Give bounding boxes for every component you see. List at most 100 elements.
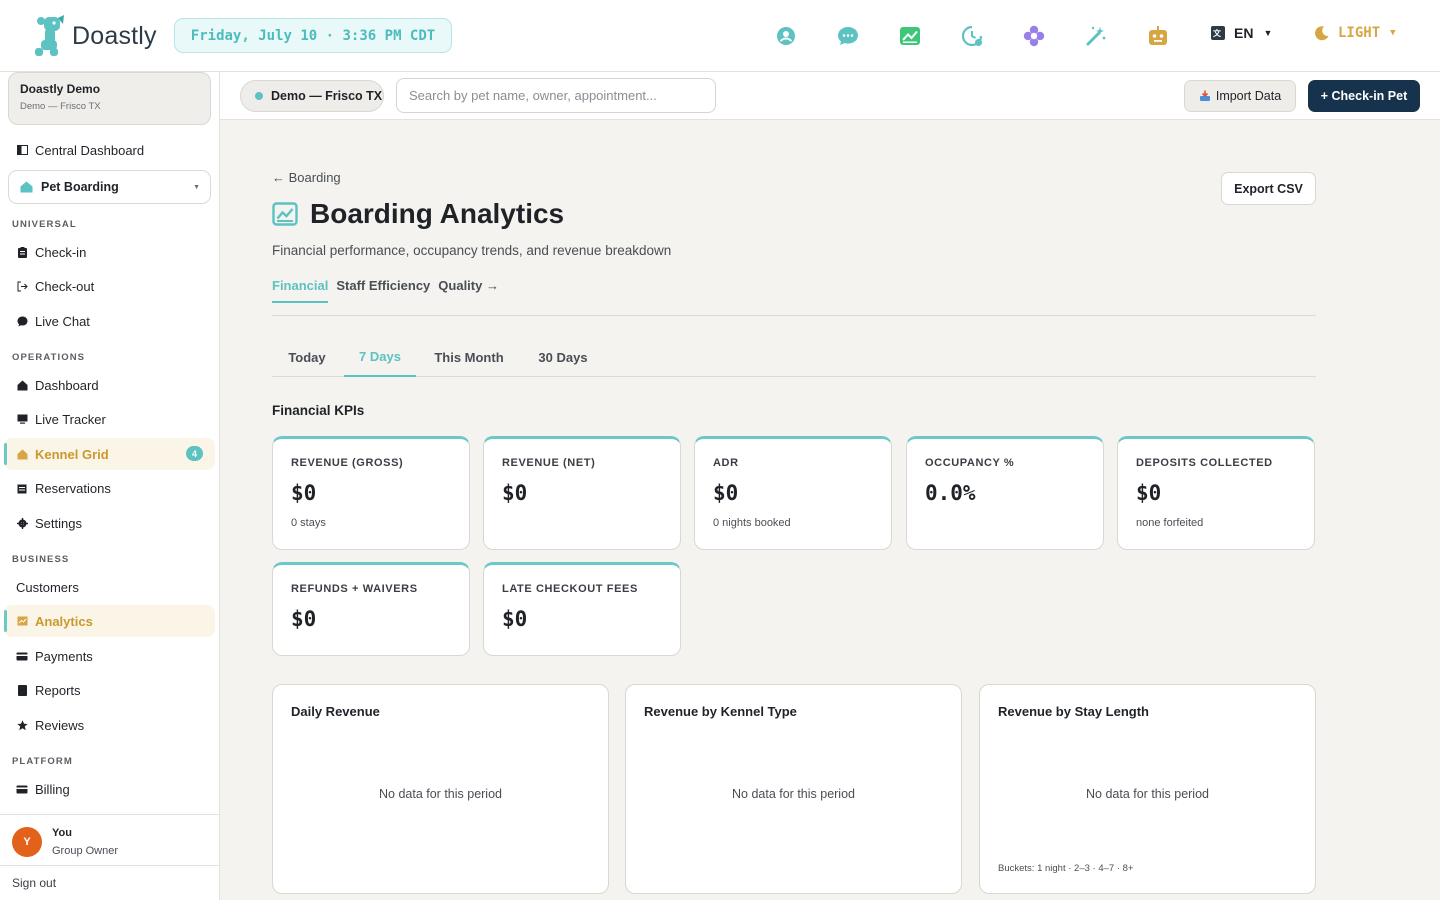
sidebar-item-label: Check-out (35, 278, 95, 294)
period-tabs: Today 7 Days This Month 30 Days (272, 338, 1316, 377)
sidebar-item-dashboard[interactable]: Dashboard (4, 369, 215, 401)
exit-icon (16, 280, 28, 292)
page-description: Financial performance, occupancy trends,… (272, 243, 672, 258)
datetime-display: Friday, July 10 · 3:36 PM CDT (174, 18, 452, 53)
sidebar-item-analytics[interactable]: Analytics (4, 605, 215, 637)
export-csv-button[interactable]: Export CSV (1221, 172, 1316, 205)
import-data-button[interactable]: Import Data (1184, 80, 1296, 112)
kpi-value: $0 (291, 481, 317, 505)
sidebar-item-customers[interactable]: Customers (4, 571, 215, 603)
robot-icon[interactable] (1146, 24, 1170, 48)
analytics-icon[interactable] (898, 24, 922, 48)
user-name: You (52, 827, 72, 839)
dog-logo-icon (35, 15, 64, 56)
chart-title: Daily Revenue (291, 704, 380, 719)
chevron-down-icon: ▼ (1390, 28, 1396, 38)
flower-icon[interactable] (1022, 24, 1046, 48)
status-dot (255, 92, 263, 100)
house-icon (16, 448, 28, 460)
sidebar-item-label: Settings (35, 515, 82, 531)
sidebar-item-live-chat[interactable]: Live Chat (4, 305, 215, 337)
clock-icon[interactable] (960, 24, 984, 48)
org-name: Doastly Demo (20, 82, 101, 96)
sidebar-item-label: Kennel Grid (35, 446, 109, 462)
period-tab-7-days[interactable]: 7 Days (344, 338, 416, 377)
speech-bubble-icon (16, 315, 28, 327)
window-icon (16, 144, 28, 156)
brand-logo[interactable]: Doastly (32, 14, 157, 58)
sidebar-item-kennel-grid[interactable]: Kennel Grid 4 (4, 438, 215, 470)
chat-icon[interactable] (836, 24, 860, 48)
user-profile[interactable]: Y You Group Owner (0, 814, 219, 866)
kpi-value: 0.0% (925, 481, 976, 505)
sidebar-item-checkin[interactable]: Check-in (4, 236, 215, 268)
kpi-label: DEPOSITS COLLECTED (1136, 457, 1273, 469)
sidebar-item-label: Billing (35, 781, 70, 797)
empty-state: No data for this period (379, 787, 502, 801)
kpi-label: OCCUPANCY % (925, 457, 1015, 469)
org-switcher[interactable]: Doastly Demo Demo — Frisco TX (8, 72, 211, 125)
sidebar-item-label: Check-in (35, 244, 87, 260)
location-label: Demo — Frisco TX (271, 89, 383, 103)
sub-header: Demo — Frisco TX Import Data + Check-in … (220, 72, 1440, 120)
theme-label: LIGHT (1338, 25, 1381, 41)
language-label: EN (1234, 25, 1254, 41)
section-label-universal: UNIVERSAL (12, 219, 77, 230)
monitor-icon (16, 413, 28, 425)
sidebar-item-checkout[interactable]: Check-out (4, 270, 215, 302)
kpi-value: $0 (502, 607, 528, 631)
clipboard-icon (16, 246, 28, 258)
magic-wand-icon[interactable] (1084, 24, 1108, 48)
sign-out-link[interactable]: Sign out (12, 876, 56, 890)
kpi-label: REVENUE (NET) (502, 457, 596, 469)
chart-title: Revenue by Stay Length (998, 704, 1149, 719)
sidebar-item-billing[interactable]: Billing (4, 773, 215, 805)
kpi-value: $0 (713, 481, 739, 505)
theme-selector[interactable]: LIGHT ▼ (1314, 25, 1396, 41)
period-tab-30-days[interactable]: 30 Days (522, 338, 604, 377)
kpi-subtext: 0 nights booked (713, 517, 791, 529)
search-input[interactable] (396, 78, 716, 113)
sidebar-item-reports[interactable]: Reports (4, 674, 215, 706)
sidebar-item-live-tracker[interactable]: Live Tracker (4, 403, 215, 435)
chart-footnote: Buckets: 1 night · 2–3 · 4–7 · 8+ (998, 863, 1134, 874)
document-icon (16, 684, 28, 696)
tab-financial[interactable]: Financial (272, 278, 329, 303)
section-label-business: BUSINESS (12, 554, 70, 565)
language-selector[interactable]: 文 EN ▼ (1210, 25, 1272, 41)
back-to-boarding-link[interactable]: ← Boarding (272, 170, 341, 185)
sidebar-item-central-dashboard[interactable]: Central Dashboard (4, 134, 215, 166)
sidebar-item-label: Payments (35, 648, 93, 664)
period-tab-this-month[interactable]: This Month (420, 338, 518, 377)
kpi-card-deposits-collected: DEPOSITS COLLECTED $0 none forfeited (1117, 436, 1315, 550)
location-selector[interactable]: Demo — Frisco TX (240, 80, 384, 112)
top-bar: Doastly Friday, July 10 · 3:36 PM CDT 文 … (0, 0, 1440, 72)
moon-icon (1315, 26, 1329, 41)
kpi-label: REFUNDS + WAIVERS (291, 583, 418, 595)
kpi-card-adr: ADR $0 0 nights booked (694, 436, 892, 550)
empty-state: No data for this period (732, 787, 855, 801)
support-icon[interactable] (774, 24, 798, 48)
star-icon (16, 719, 28, 731)
sidebar-item-label: Central Dashboard (35, 142, 145, 158)
kpi-section-title: Financial KPIs (272, 403, 365, 418)
sidebar-item-label: Live Tracker (35, 411, 106, 427)
period-tab-today[interactable]: Today (272, 338, 342, 377)
module-selector[interactable]: Pet Boarding ▼ (8, 170, 211, 204)
brand-name: Doastly (72, 21, 157, 50)
svg-text:文: 文 (1213, 28, 1222, 38)
sidebar-item-payments[interactable]: Payments (4, 640, 215, 672)
kpi-value: $0 (291, 607, 317, 631)
sidebar-item-reviews[interactable]: Reviews (4, 709, 215, 741)
tab-staff-efficiency[interactable]: Staff Efficiency (336, 278, 430, 303)
tab-quality[interactable]: Quality → (438, 278, 499, 303)
sidebar-item-reservations[interactable]: Reservations (4, 472, 215, 504)
sidebar-item-settings[interactable]: Settings (4, 507, 215, 539)
sidebar-item-label: Live Chat (35, 313, 90, 329)
check-in-pet-button[interactable]: + Check-in Pet (1308, 80, 1420, 112)
kpi-label: LATE CHECKOUT FEES (502, 583, 638, 595)
kpi-value: $0 (502, 481, 528, 505)
kpi-value: $0 (1136, 481, 1162, 505)
sidebar-item-label: Reports (35, 682, 81, 698)
analytics-icon (272, 202, 298, 226)
